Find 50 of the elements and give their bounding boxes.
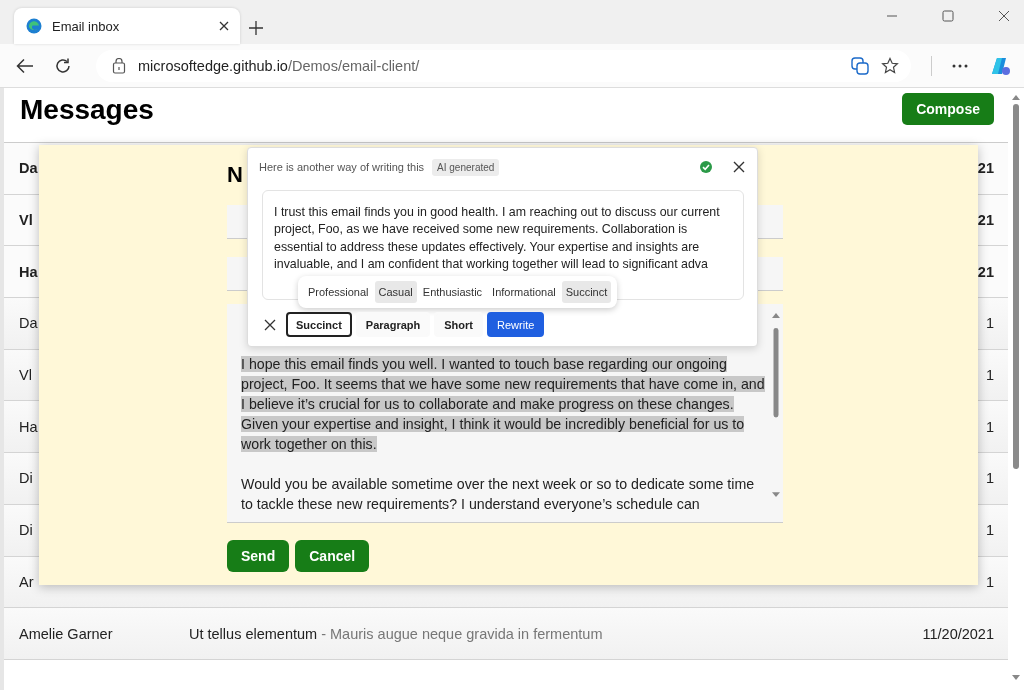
sender-cell: Di <box>19 470 33 487</box>
cancel-button[interactable]: Cancel <box>295 540 370 572</box>
rewrite-button[interactable]: Rewrite <box>487 312 545 337</box>
page-title: Messages <box>20 93 154 127</box>
date-cell: 1 <box>985 315 994 332</box>
sender-cell: Vl <box>19 367 32 384</box>
ai-generated-badge: AI generated <box>432 158 500 176</box>
compose-button[interactable]: Compose <box>902 93 994 125</box>
date-cell: 1 <box>985 522 994 539</box>
maximize-icon[interactable] <box>942 10 954 22</box>
edge-logo-icon <box>26 18 42 34</box>
tone-option[interactable]: Succinct <box>561 281 612 303</box>
dialog-heading: N <box>227 162 243 188</box>
close-icon[interactable] <box>264 318 276 331</box>
length-option[interactable]: Succinct <box>286 312 352 337</box>
date-cell: 1 <box>985 418 994 435</box>
sender-cell: Amelie Garner <box>19 625 113 642</box>
send-button[interactable]: Send <box>227 540 290 572</box>
new-tab-icon[interactable] <box>248 20 264 36</box>
date-cell: 21 <box>977 160 994 177</box>
date-cell: 1 <box>985 367 994 384</box>
length-option[interactable]: Short <box>434 312 483 337</box>
date-cell: 21 <box>977 212 994 229</box>
rewrite-title: Here is another way of writing this <box>259 161 425 173</box>
sender-cell: Ha <box>19 263 38 280</box>
sender-cell: Ha <box>19 418 38 435</box>
close-icon[interactable] <box>733 161 745 173</box>
sender-cell: Da <box>19 160 38 177</box>
more-icon[interactable] <box>952 63 968 68</box>
sender-cell: Di <box>19 522 33 539</box>
message-paragraph: I hope this email finds you well. I wanted to touch base regarding our ongoing project, Foo. It seems that we have some new requirements that have come in, and I believe it’s crucial for us to collaborate and make progress on these changes. Given your expertise and insight, I think it would be incredibly beneficial for us to work together on this. <box>241 355 765 454</box>
close-icon[interactable] <box>218 20 230 32</box>
length-option[interactable]: Paragraph <box>355 312 431 337</box>
tone-option[interactable]: Casual <box>374 281 417 303</box>
preview-text: - Mauris augue neque gravida in fermentum <box>321 625 603 642</box>
date-cell: 21 <box>977 263 994 280</box>
sender-cell: Da <box>19 315 38 332</box>
shield-check-icon[interactable] <box>699 160 713 174</box>
browser-tab[interactable]: Email inbox <box>14 8 240 44</box>
date-cell: 1 <box>985 573 994 590</box>
message-paragraph: Would you be available sometime over the next week or so to dedicate some time to tackle these new requirements? I understand everyone’s schedule can <box>241 475 756 514</box>
back-icon[interactable] <box>16 57 34 74</box>
subject-cell: Ut tellus elementum <box>189 625 318 642</box>
close-icon[interactable] <box>998 10 1010 22</box>
sender-cell: Vl <box>19 212 33 229</box>
sender-cell: Ar <box>19 573 34 590</box>
refresh-icon[interactable] <box>54 56 72 75</box>
star-icon[interactable] <box>881 56 899 75</box>
date-cell: 11/20/2021 <box>922 625 994 642</box>
date-cell: 1 <box>985 470 994 487</box>
